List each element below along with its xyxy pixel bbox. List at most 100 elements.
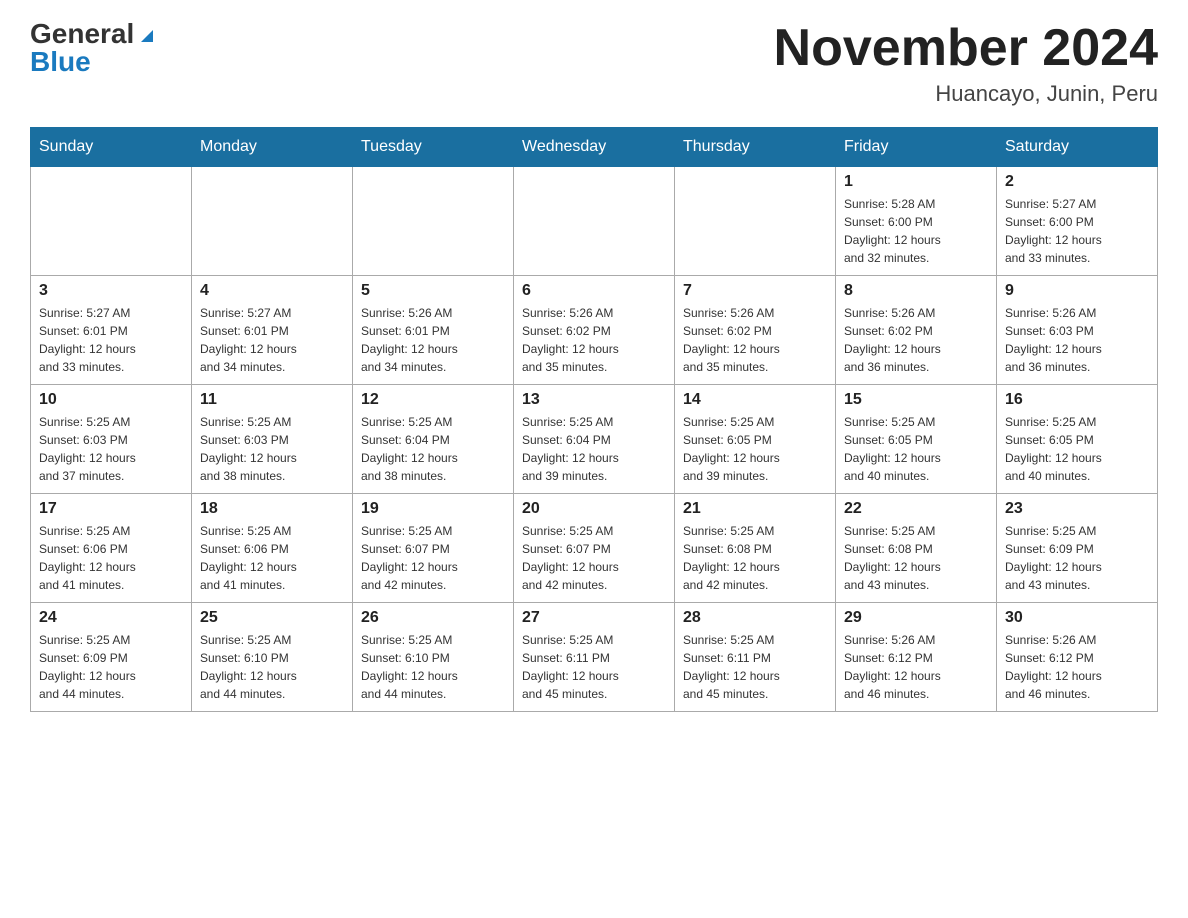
day-number: 17 (39, 500, 183, 518)
day-info: Sunrise: 5:25 AMSunset: 6:05 PMDaylight:… (1005, 413, 1149, 485)
calendar-cell: 8 Sunrise: 5:26 AMSunset: 6:02 PMDaylight… (836, 276, 997, 385)
day-number: 3 (39, 282, 183, 300)
calendar-cell: 10 Sunrise: 5:25 AMSunset: 6:03 PMDayligh… (31, 385, 192, 494)
calendar-cell: 15Sunrise: 5:25 AMSunset: 6:05 PMDayligh… (836, 385, 997, 494)
day-info: Sunrise: 5:25 AMSunset: 6:05 PMDaylight:… (683, 413, 827, 485)
day-info: Sunrise: 5:25 AMSunset: 6:11 PMDaylight:… (522, 631, 666, 703)
calendar-cell: 16Sunrise: 5:25 AMSunset: 6:05 PMDayligh… (997, 385, 1158, 494)
day-number: 9 (1005, 282, 1149, 300)
calendar-cell: 6Sunrise: 5:26 AMSunset: 6:02 PMDaylight… (514, 276, 675, 385)
calendar-cell (31, 167, 192, 276)
week-row-3: 17 Sunrise: 5:25 AMSunset: 6:06 PMDayligh… (31, 494, 1158, 603)
day-number: 30 (1005, 609, 1149, 627)
weekday-header-friday: Friday (836, 128, 997, 167)
calendar-cell: 23 Sunrise: 5:25 AMSunset: 6:09 PMDayligh… (997, 494, 1158, 603)
day-number: 8 (844, 282, 988, 300)
calendar-cell (514, 167, 675, 276)
weekday-header-saturday: Saturday (997, 128, 1158, 167)
day-number: 20 (522, 500, 666, 518)
day-info: Sunrise: 5:25 AMSunset: 6:07 PMDaylight:… (361, 522, 505, 594)
day-number: 1 (844, 173, 988, 191)
calendar-cell: 1 Sunrise: 5:28 AMSunset: 6:00 PMDaylight… (836, 167, 997, 276)
day-number: 7 (683, 282, 827, 300)
day-number: 23 (1005, 500, 1149, 518)
calendar-cell: 24 Sunrise: 5:25 AMSunset: 6:09 PMDayligh… (31, 603, 192, 712)
logo-triangle-icon (136, 24, 158, 46)
calendar-cell: 30Sunrise: 5:26 AMSunset: 6:12 PMDayligh… (997, 603, 1158, 712)
header: General Blue November 2024 Huancayo, Jun… (30, 20, 1158, 107)
day-info: Sunrise: 5:26 AMSunset: 6:12 PMDaylight:… (844, 631, 988, 703)
day-info: Sunrise: 5:25 AMSunset: 6:04 PMDaylight:… (522, 413, 666, 485)
calendar-cell: 19 Sunrise: 5:25 AMSunset: 6:07 PMDayligh… (353, 494, 514, 603)
calendar-cell: 21 Sunrise: 5:25 AMSunset: 6:08 PMDayligh… (675, 494, 836, 603)
day-info: Sunrise: 5:25 AMSunset: 6:05 PMDaylight:… (844, 413, 988, 485)
logo-blue-text: Blue (30, 48, 91, 76)
calendar-cell: 18 Sunrise: 5:25 AMSunset: 6:06 PMDayligh… (192, 494, 353, 603)
day-number: 5 (361, 282, 505, 300)
day-info: Sunrise: 5:25 AMSunset: 6:06 PMDaylight:… (39, 522, 183, 594)
week-row-0: 1 Sunrise: 5:28 AMSunset: 6:00 PMDaylight… (31, 167, 1158, 276)
day-info: Sunrise: 5:25 AMSunset: 6:06 PMDaylight:… (200, 522, 344, 594)
calendar-cell: 4 Sunrise: 5:27 AMSunset: 6:01 PMDaylight… (192, 276, 353, 385)
day-info: Sunrise: 5:27 AMSunset: 6:01 PMDaylight:… (39, 304, 183, 376)
weekday-header-tuesday: Tuesday (353, 128, 514, 167)
day-info: Sunrise: 5:25 AMSunset: 6:08 PMDaylight:… (844, 522, 988, 594)
day-number: 28 (683, 609, 827, 627)
day-info: Sunrise: 5:25 AMSunset: 6:03 PMDaylight:… (39, 413, 183, 485)
day-info: Sunrise: 5:25 AMSunset: 6:08 PMDaylight:… (683, 522, 827, 594)
day-number: 12 (361, 391, 505, 409)
calendar-cell: 13 Sunrise: 5:25 AMSunset: 6:04 PMDayligh… (514, 385, 675, 494)
day-info: Sunrise: 5:27 AMSunset: 6:00 PMDaylight:… (1005, 195, 1149, 267)
week-row-2: 10 Sunrise: 5:25 AMSunset: 6:03 PMDayligh… (31, 385, 1158, 494)
day-info: Sunrise: 5:25 AMSunset: 6:09 PMDaylight:… (1005, 522, 1149, 594)
day-info: Sunrise: 5:26 AMSunset: 6:02 PMDaylight:… (844, 304, 988, 376)
week-row-4: 24 Sunrise: 5:25 AMSunset: 6:09 PMDayligh… (31, 603, 1158, 712)
day-number: 22 (844, 500, 988, 518)
calendar-cell (353, 167, 514, 276)
weekday-header-wednesday: Wednesday (514, 128, 675, 167)
day-info: Sunrise: 5:26 AMSunset: 6:02 PMDaylight:… (522, 304, 666, 376)
calendar-cell: 14 Sunrise: 5:25 AMSunset: 6:05 PMDayligh… (675, 385, 836, 494)
calendar-cell: 25 Sunrise: 5:25 AMSunset: 6:10 PMDayligh… (192, 603, 353, 712)
day-number: 21 (683, 500, 827, 518)
calendar-location: Huancayo, Junin, Peru (774, 81, 1158, 107)
weekday-header-sunday: Sunday (31, 128, 192, 167)
day-number: 18 (200, 500, 344, 518)
logo: General Blue (30, 20, 158, 76)
day-number: 10 (39, 391, 183, 409)
day-info: Sunrise: 5:28 AMSunset: 6:00 PMDaylight:… (844, 195, 988, 267)
day-number: 27 (522, 609, 666, 627)
calendar-cell: 28Sunrise: 5:25 AMSunset: 6:11 PMDayligh… (675, 603, 836, 712)
calendar-cell: 7Sunrise: 5:26 AMSunset: 6:02 PMDaylight… (675, 276, 836, 385)
day-info: Sunrise: 5:25 AMSunset: 6:04 PMDaylight:… (361, 413, 505, 485)
day-info: Sunrise: 5:25 AMSunset: 6:10 PMDaylight:… (200, 631, 344, 703)
day-number: 14 (683, 391, 827, 409)
calendar-cell: 5 Sunrise: 5:26 AMSunset: 6:01 PMDaylight… (353, 276, 514, 385)
calendar-cell: 29 Sunrise: 5:26 AMSunset: 6:12 PMDayligh… (836, 603, 997, 712)
calendar-cell: 22 Sunrise: 5:25 AMSunset: 6:08 PMDayligh… (836, 494, 997, 603)
weekday-header-monday: Monday (192, 128, 353, 167)
day-number: 4 (200, 282, 344, 300)
day-number: 24 (39, 609, 183, 627)
calendar-cell (192, 167, 353, 276)
day-number: 2 (1005, 173, 1149, 191)
day-number: 29 (844, 609, 988, 627)
week-row-1: 3 Sunrise: 5:27 AMSunset: 6:01 PMDaylight… (31, 276, 1158, 385)
weekday-header-thursday: Thursday (675, 128, 836, 167)
calendar-cell: 3 Sunrise: 5:27 AMSunset: 6:01 PMDaylight… (31, 276, 192, 385)
logo-general-text: General (30, 20, 134, 48)
day-number: 25 (200, 609, 344, 627)
calendar-cell: 2 Sunrise: 5:27 AMSunset: 6:00 PMDaylight… (997, 167, 1158, 276)
day-info: Sunrise: 5:25 AMSunset: 6:09 PMDaylight:… (39, 631, 183, 703)
day-number: 13 (522, 391, 666, 409)
day-info: Sunrise: 5:26 AMSunset: 6:01 PMDaylight:… (361, 304, 505, 376)
day-number: 26 (361, 609, 505, 627)
day-number: 19 (361, 500, 505, 518)
calendar-cell: 27 Sunrise: 5:25 AMSunset: 6:11 PMDayligh… (514, 603, 675, 712)
calendar-cell: 17 Sunrise: 5:25 AMSunset: 6:06 PMDayligh… (31, 494, 192, 603)
day-info: Sunrise: 5:27 AMSunset: 6:01 PMDaylight:… (200, 304, 344, 376)
calendar-cell (675, 167, 836, 276)
calendar-cell: 26Sunrise: 5:25 AMSunset: 6:10 PMDayligh… (353, 603, 514, 712)
title-block: November 2024 Huancayo, Junin, Peru (774, 20, 1158, 107)
day-number: 11 (200, 391, 344, 409)
